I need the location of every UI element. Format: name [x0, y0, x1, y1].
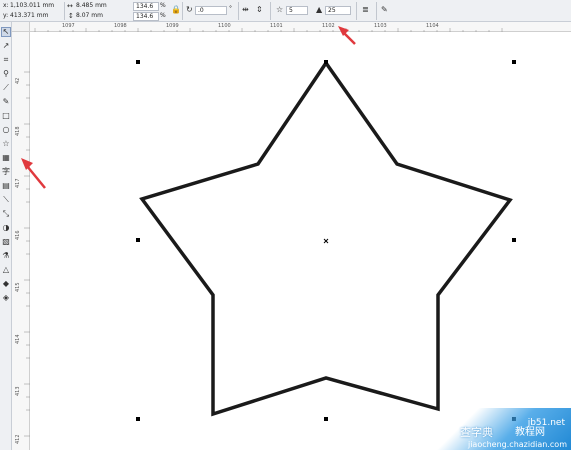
ruler-label: 415	[15, 282, 21, 292]
ruler-label: 1103	[374, 23, 387, 29]
ruler-label: 1102	[322, 23, 335, 29]
freehand-tool-icon[interactable]: ⟋	[1, 83, 11, 93]
ruler-label: 412	[15, 434, 21, 444]
ruler-label: 416	[15, 230, 21, 240]
connector-tool-icon[interactable]: ⤡	[1, 209, 11, 219]
watermark-logo: jb51.net 教程网 jiaocheng.chazidian.com 查字典	[421, 408, 571, 450]
selection-handle	[324, 60, 328, 64]
mirror-horizontal-icon[interactable]: ⇹	[242, 5, 249, 15]
transparency-tool-icon[interactable]: ▧	[1, 237, 11, 247]
x-label: x:	[3, 2, 9, 9]
mirror-vertical-icon[interactable]: ⇕	[256, 5, 263, 15]
height-icon: ↕	[68, 12, 74, 20]
y-label: y:	[3, 12, 9, 19]
separator	[376, 2, 377, 20]
outline-tool-icon[interactable]: △	[1, 265, 11, 275]
watermark-text: 教程网	[515, 427, 545, 438]
eyedropper-tool-icon[interactable]: ⚗	[1, 251, 11, 261]
ruler-label: 418	[15, 126, 21, 136]
pen-icon[interactable]: ✎	[381, 5, 388, 15]
selection-handle	[324, 417, 328, 421]
y-position-field[interactable]: 413.371 mm	[10, 12, 48, 20]
ruler-label: 417	[15, 178, 21, 188]
scale-y-field[interactable]: 134.6	[133, 12, 159, 21]
dimension-tool-icon[interactable]: ⟍	[1, 195, 11, 205]
blend-tool-icon[interactable]: ◑	[1, 223, 11, 233]
rotate-icon: ↻	[186, 5, 193, 14]
center-marker[interactable]	[323, 238, 329, 244]
ruler-label: 1104	[426, 23, 439, 29]
selection-handle	[136, 238, 140, 242]
degree-label: °	[229, 5, 232, 12]
ruler-label: 42	[15, 77, 21, 84]
graph-paper-tool-icon[interactable]: ▦	[1, 153, 11, 163]
star-points-icon: ☆	[276, 5, 284, 14]
fill-tool-icon[interactable]: ◆	[1, 279, 11, 289]
scale-x-field[interactable]: 134.6	[133, 2, 159, 11]
x-position-field[interactable]: 1,103.011 mm	[10, 2, 54, 10]
ruler-label: 1097	[62, 23, 75, 29]
star-shape[interactable]	[139, 59, 513, 417]
vertical-ruler[interactable]: 42 418 417 416 415 414 413 412	[12, 32, 30, 450]
ruler-label: 1098	[114, 23, 127, 29]
ruler-label: 413	[15, 386, 21, 396]
watermark-text: jiaocheng.chazidian.com	[467, 440, 567, 449]
selection-handle	[136, 60, 140, 64]
text-tool-icon[interactable]: 字	[1, 167, 11, 177]
zoom-tool-icon[interactable]: ⚲	[1, 69, 11, 79]
separator	[356, 2, 357, 20]
ruler-label: 1099	[166, 23, 179, 29]
rectangle-tool-icon[interactable]: □	[1, 111, 11, 121]
width-field[interactable]: 8.485 mm	[76, 2, 107, 10]
separator	[238, 2, 239, 20]
toolbox: ↖ ↗ ⌗ ⚲ ⟋ ✎ □ ○ ☆ ▦ 字 ▤ ⟍ ⤡ ◑ ▧ ⚗ △ ◆ ◈	[0, 22, 12, 450]
drawing-canvas[interactable]: jb51.net 教程网 jiaocheng.chazidian.com 查字典	[30, 32, 571, 450]
star-tool-icon[interactable]: ☆	[1, 139, 11, 149]
width-icon: ↔	[67, 2, 73, 10]
shape-tool-icon[interactable]: ↗	[1, 41, 11, 51]
percent-label: %	[160, 2, 166, 9]
star-sharpness-field[interactable]: 25	[325, 6, 351, 15]
canvas-drawing	[136, 59, 516, 421]
lock-ratio-icon[interactable]: 🔒	[171, 5, 181, 15]
table-tool-icon[interactable]: ▤	[1, 181, 11, 191]
height-field[interactable]: 8.07 mm	[76, 12, 103, 20]
artistic-media-tool-icon[interactable]: ✎	[1, 97, 11, 107]
horizontal-ruler[interactable]: 1097 1098 1099 1100 1101 1102 1103 1104	[30, 22, 571, 32]
ellipse-tool-icon[interactable]: ○	[1, 125, 11, 135]
selection-handle	[512, 60, 516, 64]
star-points-field[interactable]: 5	[286, 6, 308, 15]
crop-tool-icon[interactable]: ⌗	[1, 55, 11, 65]
separator	[64, 2, 65, 20]
pick-tool-icon[interactable]: ↖	[1, 27, 11, 37]
rotation-angle-field[interactable]: .0	[195, 6, 227, 15]
property-bar: x: 1,103.011 mm y: 413.371 mm ↔ 8.485 mm…	[0, 0, 571, 22]
separator	[270, 2, 271, 20]
sharpness-icon: ▲	[316, 5, 323, 14]
selection-handle	[512, 238, 516, 242]
separator	[182, 2, 183, 20]
ruler-corner[interactable]	[12, 22, 30, 32]
interactive-fill-tool-icon[interactable]: ◈	[1, 293, 11, 303]
ruler-ticks	[34, 28, 503, 32]
outline-width-icon[interactable]: ≣	[362, 5, 369, 15]
ruler-label: 1100	[218, 23, 231, 29]
ruler-label: 1101	[270, 23, 283, 29]
percent-label: %	[160, 12, 166, 19]
ruler-label: 414	[15, 334, 21, 344]
watermark-text: 查字典	[460, 426, 493, 439]
selection-handle	[136, 417, 140, 421]
